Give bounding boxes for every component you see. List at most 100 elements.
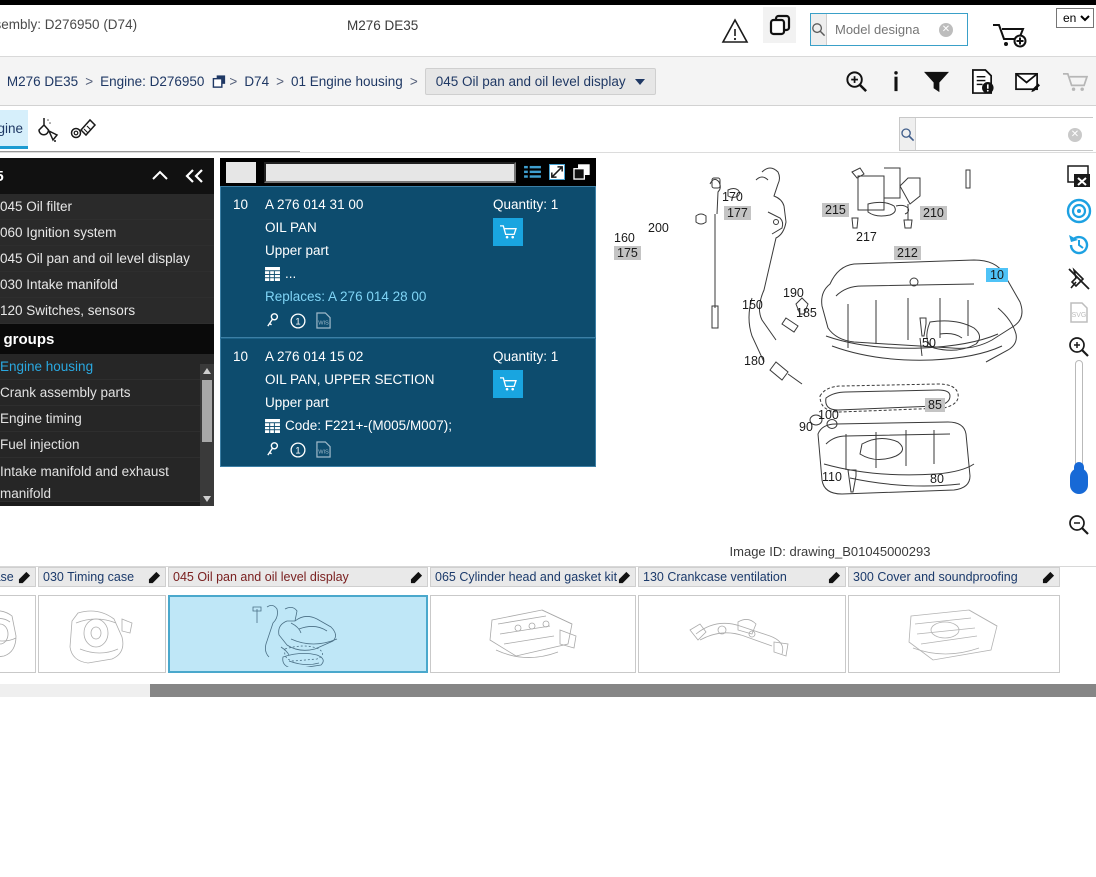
sidebar-item-045-oil-filter[interactable]: 045 Oil filter bbox=[0, 194, 214, 220]
edit-icon[interactable] bbox=[828, 571, 841, 584]
table-grid-icon[interactable] bbox=[265, 266, 280, 281]
copy-icon[interactable] bbox=[212, 74, 227, 89]
diagram-callout[interactable]: 180 bbox=[744, 354, 765, 368]
part-replaces[interactable]: Replaces: A 276 014 28 00 bbox=[265, 289, 493, 304]
diagram-callout[interactable]: 217 bbox=[856, 230, 877, 244]
part-row[interactable]: 10 A 276 014 31 00 OIL PAN Upper part ..… bbox=[220, 186, 596, 338]
cart-icon[interactable] bbox=[1061, 70, 1088, 94]
clear-icon[interactable]: ✕ bbox=[1068, 128, 1082, 142]
scroll-up-icon[interactable] bbox=[200, 364, 214, 378]
add-to-cart-button[interactable] bbox=[493, 218, 523, 246]
mail-edit-icon[interactable] bbox=[1015, 70, 1041, 94]
sidebar-scroll-thumb[interactable] bbox=[202, 380, 212, 442]
sidebar-group-engine-housing[interactable]: Engine housing bbox=[0, 354, 214, 380]
diagram-callout[interactable]: 212 bbox=[894, 246, 921, 260]
tab-engine[interactable]: gine bbox=[0, 110, 28, 149]
breadcrumb-item-engine[interactable]: Engine: D276950 bbox=[95, 74, 209, 89]
diagram-callout-selected[interactable]: 10 bbox=[986, 268, 1008, 282]
diagram-callout[interactable]: 90 bbox=[799, 420, 813, 434]
thumbnail-label[interactable]: rankcase bbox=[0, 567, 36, 587]
document-alert-icon[interactable] bbox=[970, 68, 995, 95]
collapse-left-icon[interactable] bbox=[184, 168, 206, 184]
close-window-icon[interactable] bbox=[1062, 160, 1096, 194]
tab-bolt-screw[interactable] bbox=[64, 112, 104, 148]
zoom-slider-handle[interactable] bbox=[1070, 462, 1088, 494]
info-icon[interactable] bbox=[889, 69, 903, 94]
unpin-icon[interactable] bbox=[1062, 262, 1096, 296]
info-circle-icon[interactable]: 1 bbox=[290, 312, 306, 329]
zoom-in-icon[interactable] bbox=[844, 69, 869, 94]
thumbnail-130-crankcase-ventilation[interactable]: 130 Crankcase ventilation bbox=[638, 567, 846, 673]
sidebar-item-030-intake-manifold[interactable]: 030 Intake manifold bbox=[0, 272, 214, 298]
thumbnail-030-timing-case[interactable]: 030 Timing case bbox=[38, 567, 166, 673]
sidebar-group-intake-exhaust-manifold[interactable]: Intake manifold and exhaust manifold bbox=[0, 458, 214, 502]
diagram-callout[interactable]: 185 bbox=[796, 306, 817, 320]
diagram-callout[interactable]: 190 bbox=[783, 286, 804, 300]
diagram-callout[interactable]: 100 bbox=[818, 408, 839, 422]
target-focus-icon[interactable] bbox=[1062, 194, 1096, 228]
wis-document-icon[interactable]: WIS bbox=[316, 441, 331, 458]
thumbnail-image-selected[interactable] bbox=[168, 595, 428, 673]
zoom-in-icon[interactable] bbox=[1062, 330, 1096, 364]
breadcrumb-item-model[interactable]: M276 DE35 bbox=[2, 74, 83, 89]
edit-icon[interactable] bbox=[18, 571, 31, 584]
zoom-out-icon[interactable] bbox=[1062, 508, 1096, 542]
tab-oil-fluid[interactable] bbox=[28, 112, 68, 148]
thumbnail-image[interactable] bbox=[430, 595, 636, 673]
search-icon[interactable] bbox=[811, 14, 827, 45]
breadcrumb-active-dropdown[interactable]: 045 Oil pan and oil level display bbox=[424, 68, 656, 95]
diagram-callout[interactable]: 50 bbox=[922, 336, 936, 350]
diagram-callout[interactable]: 110 bbox=[822, 470, 842, 484]
technical-diagram[interactable]: 170 177 215 210 160 175 200 217 212 10 1… bbox=[600, 158, 1060, 538]
edit-icon[interactable] bbox=[618, 571, 631, 584]
edit-icon[interactable] bbox=[1042, 571, 1055, 584]
list-view-icon[interactable] bbox=[524, 165, 541, 180]
thumbnail-label[interactable]: 030 Timing case bbox=[38, 567, 166, 587]
horizontal-scrollbar[interactable] bbox=[0, 684, 1096, 697]
diagram-callout[interactable]: 177 bbox=[724, 206, 751, 220]
diagram-callout[interactable]: 175 bbox=[614, 246, 641, 260]
thumbnail-label[interactable]: 045 Oil pan and oil level display bbox=[168, 567, 428, 587]
table-grid-icon[interactable] bbox=[265, 418, 280, 433]
copy-icon[interactable] bbox=[763, 7, 796, 43]
edit-icon[interactable] bbox=[410, 571, 423, 584]
diagram-callout[interactable]: 200 bbox=[648, 221, 669, 235]
key-icon[interactable] bbox=[265, 312, 280, 329]
thumbnail-label[interactable]: 300 Cover and soundproofing bbox=[848, 567, 1060, 587]
thumbnail-image[interactable] bbox=[638, 595, 846, 673]
sidebar-group-crank-assembly-parts[interactable]: Crank assembly parts bbox=[0, 380, 214, 406]
diagram-callout[interactable]: 85 bbox=[925, 398, 945, 412]
wis-document-icon[interactable]: WIS bbox=[316, 312, 331, 329]
thumbnail-image[interactable] bbox=[38, 595, 166, 673]
warning-triangle-icon[interactable] bbox=[721, 18, 749, 44]
breadcrumb-item-d74[interactable]: D74 bbox=[239, 74, 274, 89]
history-icon[interactable] bbox=[1062, 228, 1096, 262]
clear-icon[interactable]: ✕ bbox=[939, 23, 953, 37]
thumbnail-image[interactable] bbox=[848, 595, 1060, 673]
diagram-callout[interactable]: 170 bbox=[722, 190, 743, 204]
sidebar-item-060-ignition-system[interactable]: 060 Ignition system bbox=[0, 220, 214, 246]
copy-icon[interactable] bbox=[573, 164, 590, 180]
diagram-callout[interactable]: 210 bbox=[920, 206, 947, 220]
thumbnail-image[interactable] bbox=[0, 595, 36, 673]
thumbnail-crankcase[interactable]: rankcase bbox=[0, 567, 36, 673]
thumbnail-300-cover-soundproofing[interactable]: 300 Cover and soundproofing bbox=[848, 567, 1060, 673]
scroll-down-icon[interactable] bbox=[200, 492, 214, 506]
sidebar-item-045-oil-pan[interactable]: 045 Oil pan and oil level display bbox=[0, 246, 214, 272]
thumbnail-065-cylinder-head[interactable]: 065 Cylinder head and gasket kit bbox=[430, 567, 636, 673]
horizontal-scroll-thumb[interactable] bbox=[150, 684, 1096, 697]
expand-icon[interactable] bbox=[549, 164, 565, 180]
chevron-up-icon[interactable] bbox=[150, 169, 170, 183]
language-select[interactable]: en bbox=[1056, 8, 1094, 28]
thumbnail-label[interactable]: 130 Crankcase ventilation bbox=[638, 567, 846, 587]
parts-filter-input[interactable] bbox=[264, 161, 516, 183]
search-icon[interactable] bbox=[900, 118, 916, 150]
diagram-callout[interactable]: 150 bbox=[742, 298, 763, 312]
sidebar-item-120-switches-sensors[interactable]: 120 Switches, sensors bbox=[0, 298, 214, 324]
thumbnail-label[interactable]: 065 Cylinder head and gasket kit bbox=[430, 567, 636, 587]
thumbnail-045-oil-pan[interactable]: 045 Oil pan and oil level display bbox=[168, 567, 428, 673]
breadcrumb-item-engine-housing[interactable]: 01 Engine housing bbox=[286, 74, 408, 89]
cart-add-icon[interactable] bbox=[990, 20, 1028, 50]
diagram-callout[interactable]: 215 bbox=[822, 203, 849, 217]
filter-icon[interactable] bbox=[923, 69, 950, 94]
